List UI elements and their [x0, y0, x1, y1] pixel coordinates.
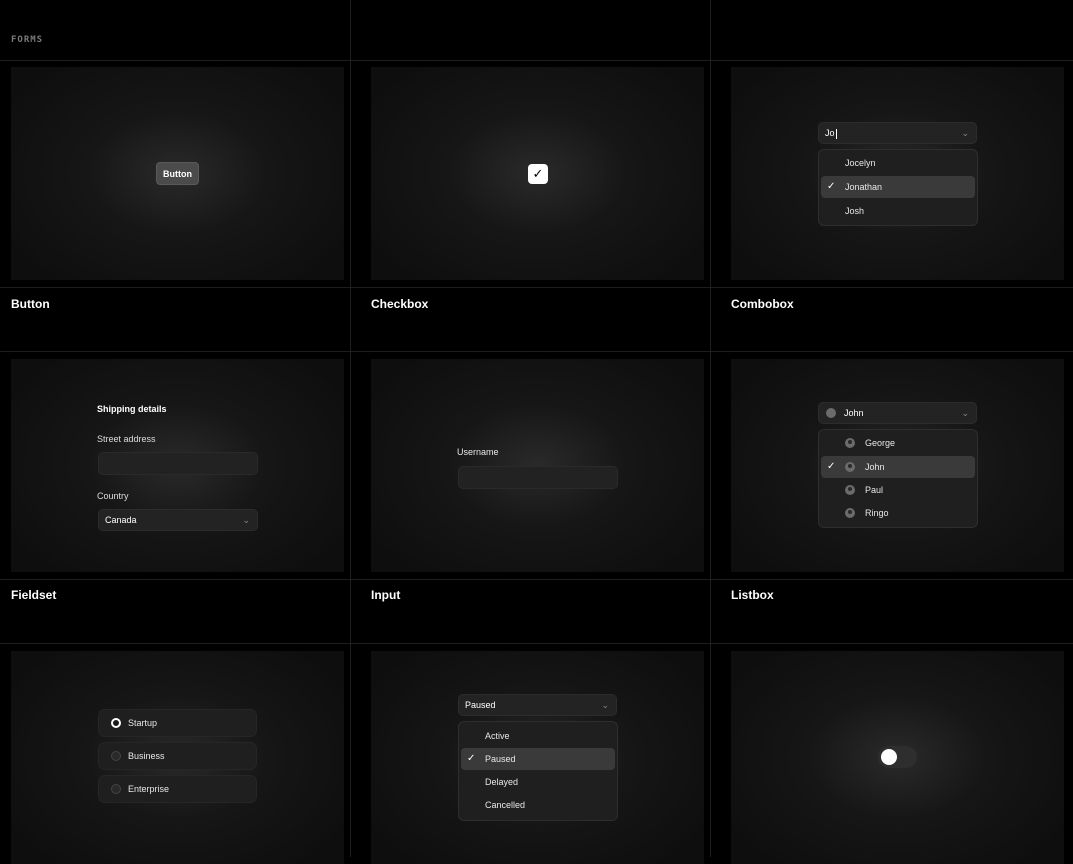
combobox-value: Jo — [825, 128, 835, 138]
country-select[interactable]: Canada ⌄ — [98, 509, 258, 531]
select-value: Paused — [465, 700, 496, 710]
radio-unchecked-icon — [111, 784, 121, 794]
switch-knob — [881, 749, 897, 765]
radio-unchecked-icon — [111, 751, 121, 761]
chevron-down-icon: ⌄ — [961, 408, 969, 418]
select-option[interactable]: ✓ Paused — [461, 748, 615, 770]
radio-option[interactable]: Business — [98, 742, 257, 770]
grid-divider — [350, 0, 351, 857]
demo-button[interactable]: Button — [156, 162, 199, 185]
select-option[interactable]: Delayed — [461, 771, 615, 793]
fieldset-legend: Shipping details — [97, 404, 167, 414]
grid-divider — [0, 579, 1073, 580]
username-field[interactable] — [458, 466, 618, 489]
status-select[interactable]: Paused ⌄ — [458, 694, 617, 716]
combobox-option[interactable]: Jocelyn — [821, 152, 975, 174]
fieldset-preview-card: Shipping details Street address Country … — [11, 359, 344, 572]
country-value: Canada — [105, 515, 137, 525]
check-icon: ✓ — [827, 461, 836, 472]
select-option[interactable]: Cancelled — [461, 794, 615, 816]
avatar — [826, 408, 836, 418]
section-label: FORMS — [11, 35, 44, 45]
card-title-checkbox[interactable]: Checkbox — [371, 297, 428, 311]
listbox-option[interactable]: Paul — [821, 479, 975, 501]
avatar — [845, 485, 855, 495]
card-title-fieldset[interactable]: Fieldset — [11, 588, 56, 602]
listbox-option[interactable]: ✓ John — [821, 456, 975, 478]
button-preview-card: Button — [11, 67, 344, 280]
grid-divider — [710, 0, 711, 857]
combobox-options: Jocelyn ✓ Jonathan Josh — [818, 149, 978, 226]
listbox-option[interactable]: Ringo — [821, 502, 975, 524]
radio-group-preview-card: Startup Business Enterprise — [11, 651, 344, 864]
country-label: Country — [97, 491, 129, 501]
username-label: Username — [457, 447, 499, 457]
select-option[interactable]: Active — [461, 725, 615, 747]
combobox-option[interactable]: ✓ Jonathan — [821, 176, 975, 198]
avatar — [845, 438, 855, 448]
card-title-input[interactable]: Input — [371, 588, 400, 602]
select-preview-card: Paused ⌄ Active ✓ Paused Delayed Cancelle… — [371, 651, 704, 864]
combobox-input[interactable]: Jo ⌄ — [818, 122, 977, 144]
chevron-down-icon: ⌄ — [601, 700, 609, 710]
combobox-preview-card: Jo ⌄ Jocelyn ✓ Jonathan Josh — [731, 67, 1064, 280]
checkbox-preview-card: ✓ — [371, 67, 704, 280]
listbox-option[interactable]: George — [821, 432, 975, 454]
grid-divider — [0, 60, 1073, 61]
avatar — [845, 462, 855, 472]
switch-preview-card — [731, 651, 1064, 864]
text-cursor — [835, 128, 837, 139]
check-icon: ✓ — [467, 753, 476, 764]
select-options: Active ✓ Paused Delayed Cancelled — [458, 721, 618, 821]
radio-checked-icon — [111, 718, 121, 728]
demo-checkbox[interactable]: ✓ — [528, 164, 548, 184]
card-title-button[interactable]: Button — [11, 297, 50, 311]
check-icon: ✓ — [532, 166, 544, 181]
listbox-options: George ✓ John Paul Ringo — [818, 429, 978, 528]
card-title-listbox[interactable]: Listbox — [731, 588, 774, 602]
combobox-option[interactable]: Josh — [821, 200, 975, 222]
listbox-button[interactable]: John ⌄ — [818, 402, 977, 424]
input-preview-card: Username — [371, 359, 704, 572]
grid-divider — [0, 351, 1073, 352]
street-address-field[interactable] — [98, 452, 258, 475]
chevron-down-icon: ⌄ — [961, 128, 969, 138]
grid-divider — [0, 643, 1073, 644]
street-address-label: Street address — [97, 434, 156, 444]
avatar — [845, 508, 855, 518]
card-title-combobox[interactable]: Combobox — [731, 297, 794, 311]
listbox-preview-card: John ⌄ George ✓ John Paul Ringo — [731, 359, 1064, 572]
check-icon: ✓ — [827, 181, 836, 192]
grid-divider — [0, 287, 1073, 288]
radio-option[interactable]: Startup — [98, 709, 257, 737]
listbox-value: John — [844, 408, 864, 418]
chevron-down-icon: ⌄ — [242, 515, 250, 525]
demo-switch[interactable] — [878, 746, 917, 768]
radio-option[interactable]: Enterprise — [98, 775, 257, 803]
